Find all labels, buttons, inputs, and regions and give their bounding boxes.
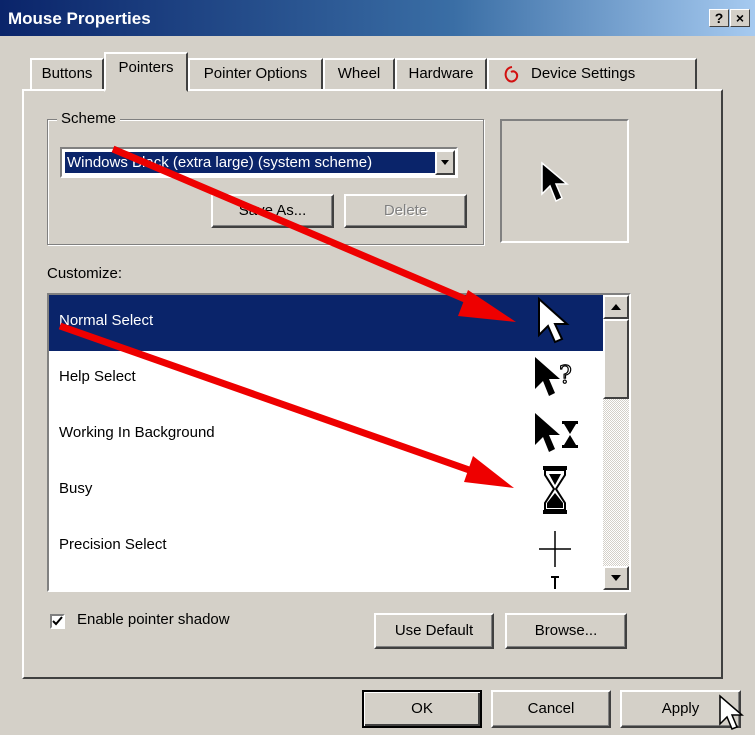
save-as-button[interactable]: Save As... [211,194,334,228]
scheme-combo-value: Windows Black (extra large) (system sche… [65,152,437,173]
tab-hardware[interactable]: Hardware [395,58,487,90]
list-item[interactable]: Working In Background [49,407,603,463]
tab-wheel[interactable]: Wheel [323,58,395,90]
help-cursor-icon: ? [535,357,572,396]
list-item[interactable]: Precision Select [49,519,603,575]
scheme-dropdown-button[interactable] [435,150,455,175]
list-item-partial [49,575,603,590]
tab-pointer-options[interactable]: Pointer Options [188,58,323,90]
tab-buttons[interactable]: Buttons [30,58,104,90]
arrow-cursor-icon [538,296,570,344]
window-title: Mouse Properties [8,9,151,28]
browse-button[interactable]: Browse... [505,613,627,649]
use-default-button[interactable]: Use Default [374,613,494,649]
customize-label: Customize: [47,265,123,282]
customize-list[interactable]: Normal Select Help Select ? Working In B… [47,293,631,592]
tab-device-settings[interactable]: Device Settings [487,58,697,90]
scroll-up-button[interactable] [603,295,629,319]
scroll-down-button[interactable] [603,566,629,590]
tab-pointers[interactable]: Pointers [104,52,188,92]
working-cursor-icon [535,413,578,452]
device-settings-icon [504,66,519,83]
cancel-button[interactable]: Cancel [491,690,611,728]
list-item[interactable]: Busy [49,463,603,519]
ok-button[interactable]: OK [362,690,482,728]
mouse-cursor-icon [719,694,745,730]
list-item[interactable]: Help Select ? [49,351,603,407]
help-button[interactable]: ? [709,9,729,27]
pointer-shadow-checkbox[interactable] [50,614,65,629]
hourglass-cursor-icon [543,466,567,514]
list-scrollbar[interactable] [603,295,629,590]
scheme-group-label: Scheme [57,110,121,127]
crosshair-cursor-icon [539,531,571,567]
cursor-preview [500,119,629,243]
text-cursor-icon [551,576,559,589]
svg-text:?: ? [559,361,572,389]
title-bar: Mouse Properties ? × [0,0,755,36]
scroll-thumb[interactable] [603,319,629,399]
scheme-combo[interactable]: Windows Black (extra large) (system sche… [60,147,458,178]
checkmark-icon [52,616,63,626]
chevron-down-icon [611,575,621,581]
list-item[interactable]: Normal Select [49,295,603,351]
pointer-shadow-label[interactable]: Enable pointer shadow [77,611,230,628]
chevron-down-icon [441,160,449,165]
delete-button[interactable]: Delete [344,194,467,228]
close-button[interactable]: × [730,9,750,27]
chevron-up-icon [611,304,621,310]
arrow-cursor-icon [541,161,570,203]
